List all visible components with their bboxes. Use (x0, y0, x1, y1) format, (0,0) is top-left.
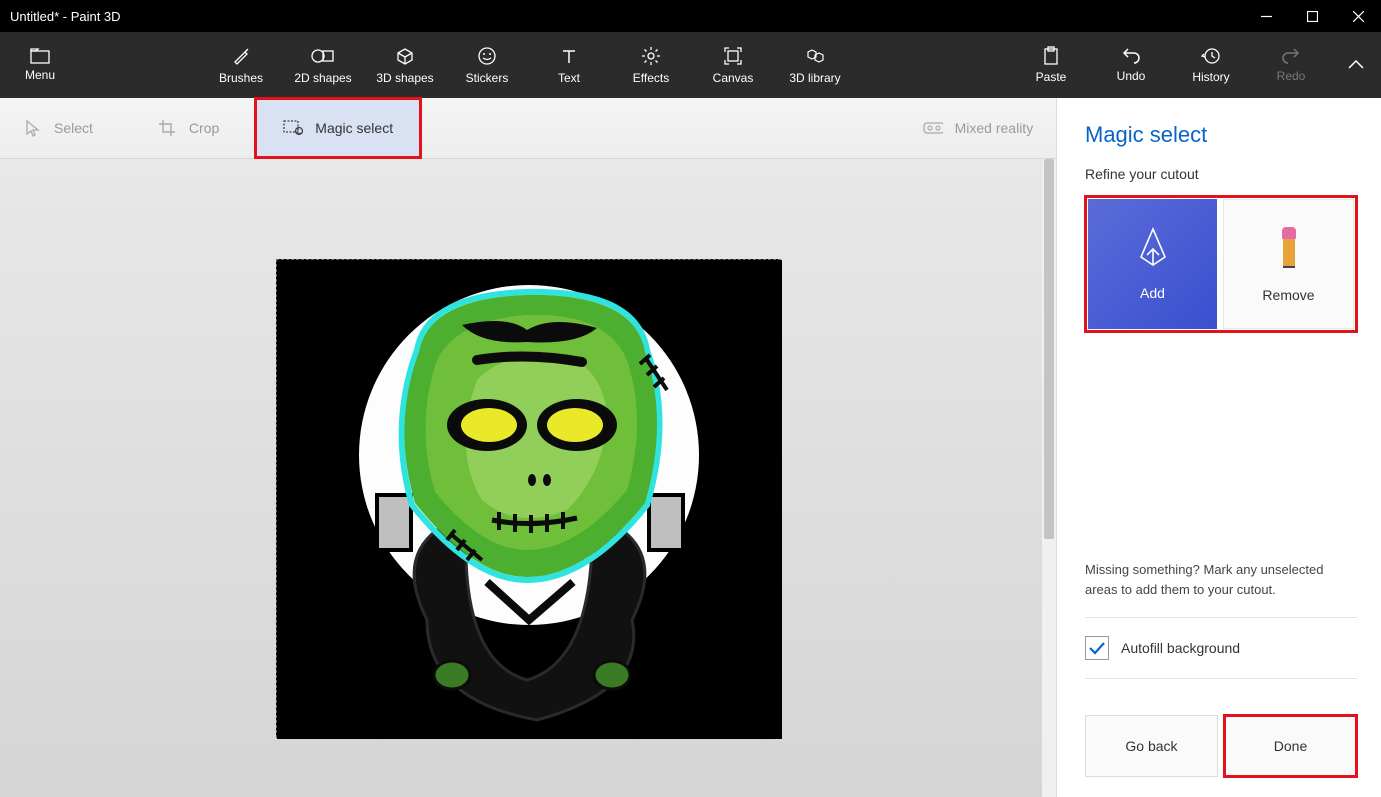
add-button[interactable]: Add (1088, 199, 1217, 329)
close-button[interactable] (1335, 0, 1381, 32)
paste-icon (1042, 46, 1060, 66)
done-label: Done (1274, 738, 1307, 754)
help-text: Missing something? Mark any unselected a… (1085, 548, 1357, 599)
eraser-icon (1277, 225, 1301, 273)
text-icon (559, 46, 579, 66)
window-title: Untitled* - Paint 3D (10, 9, 121, 24)
refine-box: Add Remove (1085, 196, 1357, 332)
tool-label: Stickers (466, 71, 509, 85)
autofill-row[interactable]: Autofill background (1085, 636, 1357, 660)
autofill-label: Autofill background (1121, 640, 1240, 656)
remove-label: Remove (1262, 287, 1314, 303)
history-label: History (1192, 70, 1229, 84)
folder-icon (30, 48, 50, 64)
mixed-reality-icon (923, 118, 943, 138)
undo-button[interactable]: Undo (1091, 32, 1171, 98)
redo-button: Redo (1251, 32, 1331, 98)
magic-select-icon (283, 118, 303, 138)
side-panel: Magic select Refine your cutout Add Remo… (1056, 98, 1381, 797)
menu-label: Menu (25, 68, 55, 82)
3d-shapes-icon (395, 46, 415, 66)
tool-3d-shapes[interactable]: 3D shapes (364, 32, 446, 98)
tool-brushes[interactable]: Brushes (200, 32, 282, 98)
canvas-workspace[interactable] (0, 159, 1056, 797)
check-icon (1088, 641, 1106, 655)
crop-button[interactable]: Crop (135, 98, 241, 158)
maximize-button[interactable] (1289, 0, 1335, 32)
paste-label: Paste (1036, 70, 1067, 84)
tool-3d-library[interactable]: 3D library (774, 32, 856, 98)
undo-icon (1121, 47, 1141, 65)
redo-icon (1281, 47, 1301, 65)
crop-icon (157, 118, 177, 138)
undo-label: Undo (1117, 69, 1146, 83)
tool-label: Text (558, 71, 580, 85)
panel-subtitle: Refine your cutout (1085, 166, 1357, 182)
go-back-label: Go back (1125, 738, 1177, 754)
history-icon (1201, 46, 1221, 66)
canvas-image[interactable] (276, 259, 781, 738)
titlebar: Untitled* - Paint 3D (0, 0, 1381, 32)
tool-text[interactable]: Text (528, 32, 610, 98)
tool-label: 3D library (789, 71, 840, 85)
autofill-checkbox[interactable] (1085, 636, 1109, 660)
chevron-up-icon (1348, 60, 1364, 70)
tool-label: Canvas (713, 71, 754, 85)
crop-label: Crop (189, 120, 219, 136)
3d-library-icon (803, 46, 827, 66)
tool-effects[interactable]: Effects (610, 32, 692, 98)
minimize-button[interactable] (1243, 0, 1289, 32)
done-button[interactable]: Done (1224, 715, 1357, 777)
2d-shapes-icon (310, 46, 336, 66)
select-label: Select (54, 120, 93, 136)
sticker-icon (477, 46, 497, 66)
expand-panel-button[interactable] (1331, 32, 1381, 98)
main-toolbar: Menu Brushes 2D shapes 3D shapes Sticker… (0, 32, 1381, 98)
paste-button[interactable]: Paste (1011, 32, 1091, 98)
mixed-reality-button[interactable]: Mixed reality (901, 98, 1056, 158)
mixed-reality-label: Mixed reality (955, 120, 1034, 136)
remove-button[interactable]: Remove (1223, 199, 1354, 329)
tool-stickers[interactable]: Stickers (446, 32, 528, 98)
magic-select-label: Magic select (315, 120, 393, 136)
tool-2d-shapes[interactable]: 2D shapes (282, 32, 364, 98)
go-back-button[interactable]: Go back (1085, 715, 1218, 777)
brush-icon (231, 46, 251, 66)
history-button[interactable]: History (1171, 32, 1251, 98)
menu-button[interactable]: Menu (0, 32, 80, 98)
redo-label: Redo (1277, 69, 1306, 83)
scrollbar-thumb[interactable] (1044, 159, 1054, 539)
vertical-scrollbar[interactable] (1042, 159, 1056, 797)
add-label: Add (1140, 285, 1165, 301)
canvas-icon (723, 46, 743, 66)
tool-label: 2D shapes (294, 71, 351, 85)
magic-select-button[interactable]: Magic select (255, 98, 421, 158)
tool-canvas[interactable]: Canvas (692, 32, 774, 98)
tool-label: 3D shapes (376, 71, 433, 85)
tool-label: Effects (633, 71, 669, 85)
tool-label: Brushes (219, 71, 263, 85)
effects-icon (641, 46, 661, 66)
divider (1085, 617, 1357, 618)
cursor-icon (22, 118, 42, 138)
pencil-add-icon (1135, 227, 1171, 271)
panel-title: Magic select (1085, 122, 1357, 148)
select-button[interactable]: Select (0, 98, 115, 158)
divider (1085, 678, 1357, 679)
